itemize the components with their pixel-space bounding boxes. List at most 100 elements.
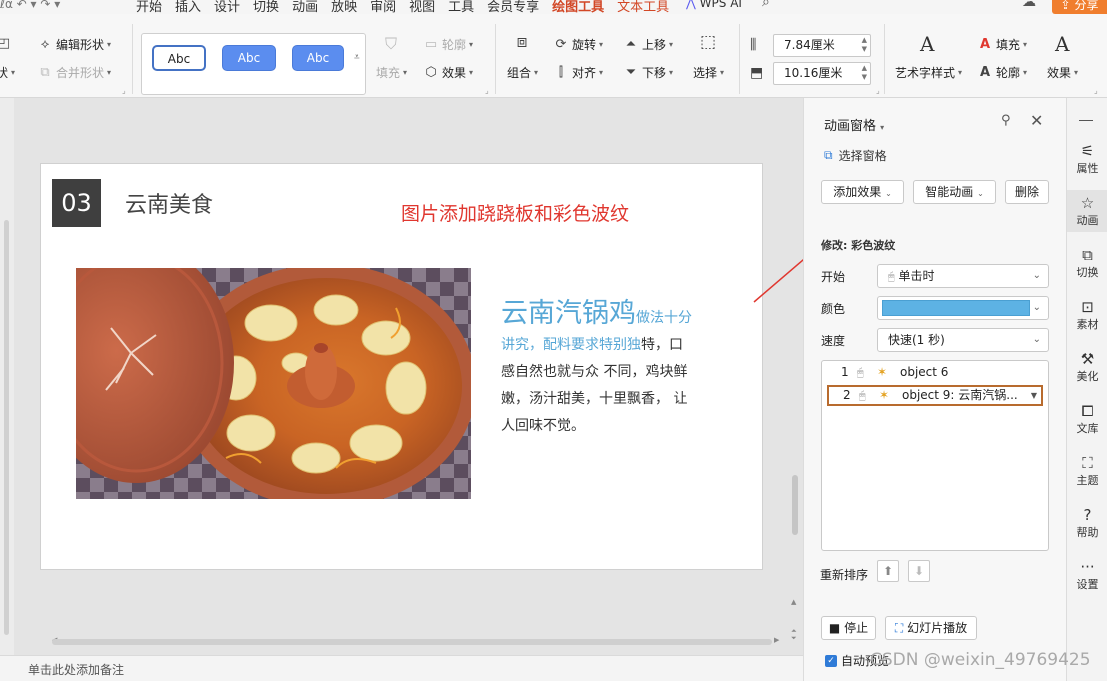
- stop-icon: ■: [828, 621, 841, 635]
- move-up-arrow-button[interactable]: ⬆: [877, 560, 899, 582]
- sidebar-item-properties[interactable]: ⚟ 属性: [1067, 142, 1107, 176]
- star-icon: ☆: [1080, 194, 1095, 212]
- food-photo[interactable]: [76, 268, 471, 499]
- desc-line-4: 人回味不觉。: [501, 418, 585, 434]
- color-swatch: [882, 300, 1030, 316]
- speed-select[interactable]: 快速(1 秒) ⌄: [877, 328, 1049, 352]
- sidebar-label: 帮助: [1076, 526, 1099, 539]
- sidebar-label: 文库: [1076, 422, 1099, 435]
- modify-label: 修改: 彩色波纹: [821, 239, 896, 252]
- notes-area[interactable]: 单击此处添加备注: [0, 655, 803, 681]
- desc-blue-2: 讲究，配料要求特别独: [501, 337, 641, 353]
- sidebar-item-beautify[interactable]: ⚒ 美化: [1067, 350, 1107, 384]
- smart-animation-button[interactable]: 智能动画 ⌄: [913, 180, 996, 204]
- sidebar-item-transition[interactable]: ⧉ 切换: [1067, 246, 1107, 280]
- animation-item-selected[interactable]: 2 🖱 ✶ object 9: 云南汽锅... ▼: [827, 385, 1043, 406]
- sidebar-label: 美化: [1076, 370, 1099, 383]
- arrow-up-icon: ⬆: [882, 564, 894, 578]
- horizontal-scrollbar[interactable]: ◀ ▶: [38, 636, 779, 646]
- select-pane-icon: ⧉: [824, 148, 833, 162]
- sidebar-label: 主题: [1076, 474, 1099, 487]
- stop-button[interactable]: ■ 停止: [821, 616, 876, 640]
- sidebar-item-theme[interactable]: ⛶ 主题: [1067, 454, 1107, 488]
- chevron-down-icon: ▾: [880, 123, 885, 132]
- animation-item[interactable]: 1 🖱 ✶ object 6: [827, 363, 1043, 384]
- smart-animation-label: 智能动画: [925, 185, 974, 199]
- mouse-icon: 🖱: [859, 389, 866, 402]
- start-value: 单击时: [898, 269, 935, 283]
- effect-star-icon: ✶: [877, 365, 888, 379]
- chevron-down-icon[interactable]: ▼: [1031, 387, 1037, 404]
- sidebar-item-settings[interactable]: ··· 设置: [1067, 558, 1107, 592]
- speed-value: 快速(1 秒): [888, 333, 945, 347]
- delete-button[interactable]: 删除: [1005, 180, 1049, 204]
- animation-list: 1 🖱 ✶ object 6 2 🖱 ✶ object 9: 云南汽锅... ▼: [821, 360, 1049, 551]
- help-icon: ?: [1083, 506, 1092, 524]
- material-icon: ⊡: [1081, 298, 1094, 316]
- scroll-right-icon[interactable]: ▶: [774, 636, 779, 644]
- library-icon: ⧠: [1081, 402, 1094, 420]
- speed-label: 速度: [821, 334, 846, 348]
- effect-star-icon: ✶: [879, 388, 890, 402]
- settings-icon: ···: [1080, 558, 1095, 576]
- sidebar-label: 动画: [1076, 214, 1099, 227]
- scroll-thumb[interactable]: [52, 639, 772, 645]
- arrow-down-icon: ⬇: [913, 564, 925, 578]
- mouse-icon: 🖱: [888, 270, 895, 283]
- desc-line-2: 感自然也就与众 不同，鸡块鲜: [501, 364, 688, 380]
- sidebar-label: 素材: [1076, 318, 1099, 331]
- pane-title[interactable]: 动画窗格 ▾: [824, 115, 884, 134]
- page-nav-icon[interactable]: ⏶ ⏷: [791, 628, 797, 642]
- chevron-down-icon: ⌄: [1032, 270, 1041, 281]
- sidebar-item-help[interactable]: ? 帮助: [1067, 506, 1107, 540]
- magic-icon: ⚒: [1080, 350, 1095, 368]
- add-effect-button[interactable]: 添加效果 ⌄: [821, 180, 904, 204]
- add-effect-label: 添加效果: [833, 185, 882, 199]
- reorder-label: 重新排序: [820, 568, 869, 582]
- desc-blue-1: 做法十分: [636, 310, 692, 326]
- vertical-scrollbar[interactable]: ▲ ⏶ ⏷: [790, 98, 802, 643]
- theme-icon: ⛶: [1082, 454, 1093, 472]
- move-down-arrow-button[interactable]: ⬇: [908, 560, 930, 582]
- sidebar-label: 属性: [1076, 162, 1099, 175]
- desc-line-1: 特，口: [641, 337, 683, 353]
- transition-icon: ⧉: [1082, 246, 1093, 264]
- slideshow-button[interactable]: ⛶ 幻灯片播放: [885, 616, 977, 640]
- color-select[interactable]: ⌄: [877, 296, 1049, 320]
- animation-pane: 动画窗格 ▾ ⚲ ✕ ⧉ 选择窗格 添加效果 ⌄ 智能动画 ⌄ 删除 修改: 彩色…: [803, 98, 1066, 681]
- vertical-scroll-thumb[interactable]: [792, 475, 798, 535]
- slideshow-icon: ⛶: [894, 621, 904, 635]
- watermark: CSDN @weixin_49769425: [870, 650, 1091, 670]
- stop-label: 停止: [844, 621, 869, 635]
- sidebar-label: 切换: [1076, 266, 1099, 279]
- mouse-icon: 🖱: [857, 366, 864, 379]
- minimize-icon[interactable]: [1079, 120, 1093, 121]
- dish-description[interactable]: 云南汽锅鸡做法十分 讲究，配料要求特别独特，口 感自然也就与众 不同，鸡块鲜 嫩…: [501, 300, 723, 440]
- sidebar-item-animation[interactable]: ☆ 动画: [1067, 190, 1107, 232]
- chevron-down-icon: ⌄: [885, 189, 892, 198]
- notes-placeholder: 单击此处添加备注: [28, 663, 125, 677]
- chevron-down-icon: ⌄: [977, 189, 984, 198]
- animation-item-number: 1: [841, 365, 849, 379]
- properties-icon: ⚟: [1080, 142, 1095, 160]
- select-pane-label: 选择窗格: [838, 149, 887, 163]
- chevron-down-icon: ⌄: [1032, 302, 1041, 313]
- select-pane-button[interactable]: ⧉ 选择窗格: [824, 147, 887, 164]
- desc-line-3: 嫩，汤汁甜美，十里飘香， 让: [501, 391, 688, 407]
- start-label: 开始: [821, 270, 846, 284]
- scroll-up-icon[interactable]: ▲: [791, 598, 796, 606]
- sidebar-label: 设置: [1076, 578, 1099, 591]
- color-label: 颜色: [821, 302, 846, 316]
- animation-item-label: object 6: [900, 365, 949, 379]
- start-select[interactable]: 🖱 单击时 ⌄: [877, 264, 1049, 288]
- sidebar-item-material[interactable]: ⊡ 素材: [1067, 298, 1107, 332]
- slideshow-label: 幻灯片播放: [907, 621, 968, 635]
- sidebar-item-library[interactable]: ⧠ 文库: [1067, 402, 1107, 436]
- animation-item-label: object 9: 云南汽锅...: [902, 388, 1018, 402]
- checkbox-checked-icon[interactable]: ✓: [825, 654, 837, 667]
- close-icon[interactable]: ✕: [1030, 111, 1043, 130]
- pin-icon[interactable]: ⚲: [1001, 113, 1011, 128]
- right-sidebar: ⚟ 属性 ☆ 动画 ⧉ 切换 ⊡ 素材 ⚒ 美化 ⧠ 文库 ⛶ 主题 ? 帮助 ··· 设置: [1066, 98, 1107, 681]
- dish-name: 云南汽锅鸡: [501, 298, 636, 329]
- pane-title-label: 动画窗格: [824, 119, 877, 134]
